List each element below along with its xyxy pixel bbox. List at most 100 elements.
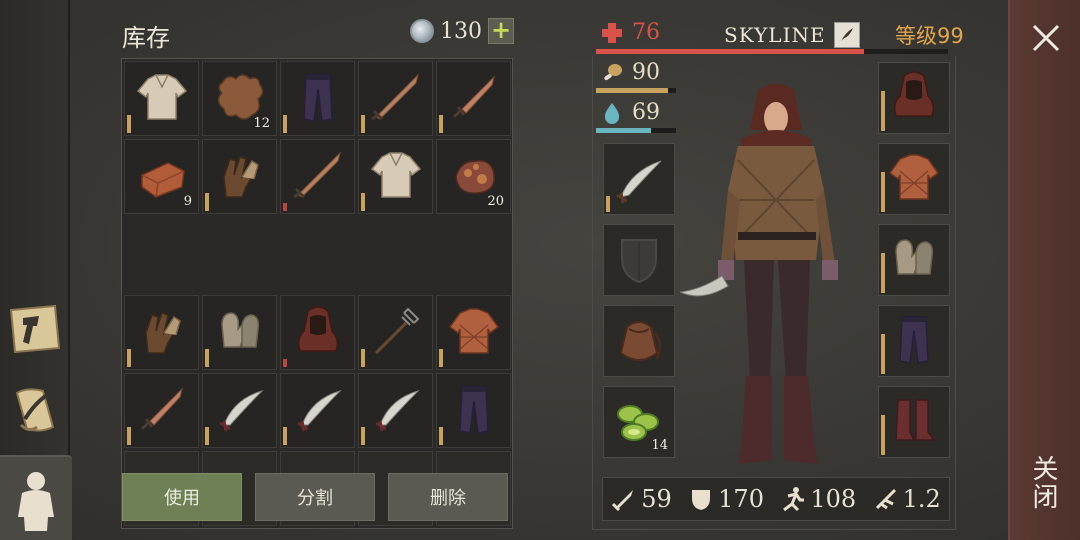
inventory-slot[interactable] xyxy=(358,373,433,448)
health-stat: 76 xyxy=(600,20,660,45)
durability-bar xyxy=(283,427,287,445)
character-name: SKYLINE xyxy=(724,23,826,47)
inventory-row-gap xyxy=(124,217,511,223)
inventory-slot[interactable] xyxy=(202,139,277,214)
armor-slot[interactable] xyxy=(878,143,950,215)
scimitar-icon xyxy=(616,160,662,204)
close-label[interactable]: 关闭 xyxy=(1028,455,1062,511)
inventory-title: 库存 xyxy=(122,24,170,52)
inventory-slot[interactable]: 9 xyxy=(124,139,199,214)
durability-bar xyxy=(283,115,287,133)
item-quantity: 9 xyxy=(183,194,192,209)
character-tab[interactable] xyxy=(0,455,72,540)
coin-count: 130 xyxy=(440,18,482,44)
split-button[interactable]: 分割 xyxy=(255,473,375,521)
inventory-slot[interactable] xyxy=(280,373,355,448)
bag-slot[interactable] xyxy=(603,305,675,377)
food-slot-qty: 14 xyxy=(651,438,668,453)
hood-icon xyxy=(886,68,942,128)
durability-bar xyxy=(881,91,885,131)
scimitar-icon xyxy=(212,381,268,441)
pants-icon xyxy=(290,69,346,129)
inventory-grid: 12 9 20 xyxy=(121,58,513,529)
inventory-slot[interactable]: 12 xyxy=(202,61,277,136)
inventory-slot[interactable] xyxy=(124,295,199,370)
health-bar-fill xyxy=(596,49,864,54)
armor-slot[interactable] xyxy=(878,305,950,377)
durability-bar xyxy=(205,427,209,445)
durability-bar xyxy=(283,203,287,211)
inventory-slot[interactable] xyxy=(202,373,277,448)
delete-button[interactable]: 删除 xyxy=(388,473,508,521)
character-level: 等级99 xyxy=(895,24,964,48)
durability-bar xyxy=(881,334,885,374)
inventory-slot[interactable] xyxy=(358,295,433,370)
recipes-tab[interactable] xyxy=(4,380,66,442)
durability-bar xyxy=(881,253,885,293)
mittens-icon xyxy=(886,230,942,290)
crafting-hammer-icon xyxy=(9,304,61,354)
edit-name-button[interactable] xyxy=(833,22,860,48)
shirt-icon xyxy=(368,147,424,207)
durability-bar xyxy=(606,196,610,212)
item-quantity: 20 xyxy=(487,194,504,209)
add-coins-button[interactable]: + xyxy=(488,18,514,44)
durability-bar xyxy=(127,115,131,133)
inventory-slot[interactable] xyxy=(358,139,433,214)
durability-bar xyxy=(361,115,365,133)
shield-slot[interactable] xyxy=(603,224,675,296)
armor-slot[interactable] xyxy=(878,224,950,296)
durability-bar xyxy=(881,172,885,212)
inventory-slot[interactable] xyxy=(280,61,355,136)
inventory-slot[interactable] xyxy=(124,61,199,136)
copper-ingot-icon xyxy=(134,147,190,207)
weight-icon xyxy=(875,488,896,510)
durability-bar xyxy=(439,427,443,445)
inventory-slot[interactable] xyxy=(280,139,355,214)
sword-icon xyxy=(368,69,424,129)
food-slot[interactable]: 14 xyxy=(603,386,675,458)
inventory-slot[interactable] xyxy=(202,295,277,370)
inventory-slot[interactable]: 20 xyxy=(436,139,511,214)
crafting-tab[interactable] xyxy=(4,298,66,360)
defense-shield-icon xyxy=(692,490,711,510)
stats-footer: 59 170 108 1.2 xyxy=(602,477,950,521)
defense-stat: 170 xyxy=(688,485,764,513)
attack-value: 59 xyxy=(641,485,672,513)
inventory-slot[interactable] xyxy=(436,373,511,448)
pants-icon xyxy=(446,381,502,441)
durability-bar xyxy=(361,349,365,367)
inventory-slot[interactable] xyxy=(436,295,511,370)
durability-bar xyxy=(439,349,443,367)
speed-stat: 108 xyxy=(780,485,856,513)
durability-bar xyxy=(439,115,443,133)
health-value: 76 xyxy=(632,20,660,45)
gloves-icon xyxy=(134,303,190,363)
gambeson-icon xyxy=(886,149,942,209)
hood-icon xyxy=(290,303,346,363)
scimitar-icon xyxy=(368,381,424,441)
shield-icon xyxy=(621,239,657,284)
armor-slot[interactable] xyxy=(878,62,950,134)
weapon-slot[interactable] xyxy=(603,143,675,215)
weight-stat: 1.2 xyxy=(873,485,941,513)
inventory-slot[interactable] xyxy=(280,295,355,370)
quill-icon xyxy=(840,28,853,41)
sword-icon xyxy=(290,147,346,207)
close-icon[interactable] xyxy=(1030,22,1062,54)
left-nav-rail xyxy=(0,0,72,540)
close-rail[interactable]: 关闭 xyxy=(1008,0,1080,540)
gloves-icon xyxy=(212,147,268,207)
durability-bar xyxy=(361,427,365,445)
inventory-slot[interactable] xyxy=(124,373,199,448)
durability-bar xyxy=(361,193,365,211)
defense-value: 170 xyxy=(718,485,764,513)
use-button[interactable]: 使用 xyxy=(122,473,242,521)
durability-bar xyxy=(127,427,131,445)
weight-value: 1.2 xyxy=(902,485,941,513)
inventory-slot[interactable] xyxy=(436,61,511,136)
inventory-slot[interactable] xyxy=(358,61,433,136)
mittens-icon xyxy=(212,303,268,363)
armor-slot[interactable] xyxy=(878,386,950,458)
durability-bar xyxy=(205,349,209,367)
